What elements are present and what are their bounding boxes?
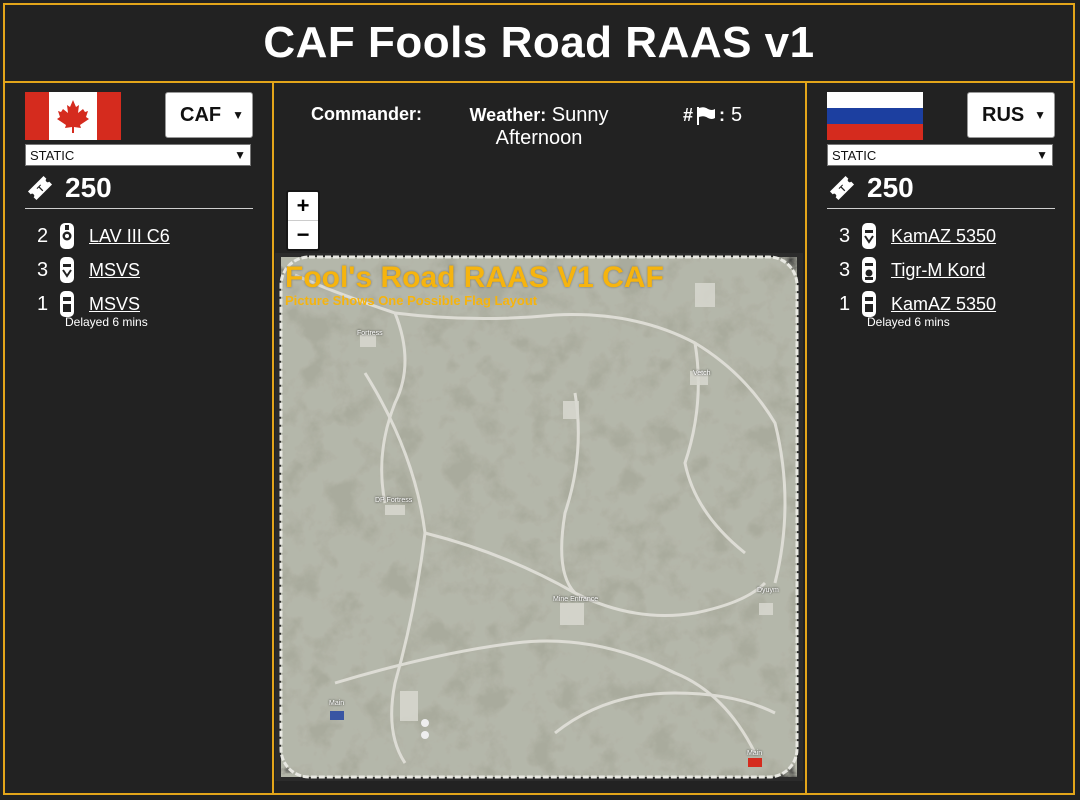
vehicle-count: 1 [37,292,49,315]
match-info: Commander: Weather: Sunny Afternoon # : … [275,104,805,164]
chevron-down-icon: ▼ [232,108,244,122]
flag-count-colon: : [719,105,726,125]
page-title: CAF Fools Road RAAS v1 [263,18,815,67]
delay-note-left: Delayed 6 mins [65,315,148,329]
vehicle-link[interactable]: LAV III C6 [89,226,170,247]
armored-car-icon [857,256,881,284]
commander-label: Commander: [311,104,423,124]
vehicle-list-left: 2 LAV III C6 3 MSVS 1 MSVS [25,219,253,321]
zoom-in-button[interactable]: + [288,192,318,220]
team-select-right-value: RUS [982,103,1025,126]
tickets-right: T 250 [827,172,1055,209]
delay-note-right: Delayed 6 mins [867,315,950,329]
truck-icon [55,256,79,284]
map-subtitle: Picture Shows One Possible Flag Layout [285,293,538,308]
poi-dp-fortress: DP Fortress [375,497,413,504]
flag-count-value: 5 [731,104,743,126]
chevron-down-icon: ▼ [1034,108,1046,122]
ticket-icon: T [27,175,53,201]
vehicle-count: 1 [839,292,851,315]
flag-icon [697,106,716,125]
poi-main-left: Main [329,700,345,707]
vehicle-link[interactable]: Tigr-M Kord [891,260,985,281]
vehicle-count: 3 [839,224,851,247]
vehicle-item: 2 LAV III C6 [37,219,253,253]
flag-count-info: # : 5 [683,104,742,127]
weather-value: Sunny [551,104,609,126]
truck-icon [857,222,881,250]
commander-info: Commander: [311,104,422,125]
tickets-left: T 250 [25,172,253,209]
weather-value-line2: Afternoon [495,127,583,149]
team-header-left: CAF ▼ [25,92,253,142]
team-select-left-value: CAF [180,103,222,126]
vehicle-item: 3 KamAZ 5350 [839,219,1055,253]
vehicle-link[interactable]: MSVS [89,260,140,281]
team-select-right[interactable]: RUS ▼ [967,92,1055,138]
vehicle-count: 3 [839,258,851,281]
poi-main-right: Main [747,750,763,757]
right-column-divider [805,83,807,795]
chevron-down-icon: ▼ [1036,148,1048,162]
logistics-truck-icon [55,290,79,318]
mode-select-left-value: STATIC [30,147,75,163]
poi-dyuym: Dyuym [757,587,779,594]
mode-select-right[interactable]: STATIC ▼ [827,144,1053,166]
mode-select-left[interactable]: STATIC ▼ [25,144,251,166]
tickets-count-left: 250 [65,172,112,203]
team-panel-right: RUS ▼ STATIC ▼ T 250 3 KamAZ 5350 3 Tigr… [827,92,1055,329]
vehicle-count: 3 [37,258,49,281]
team-select-left[interactable]: CAF ▼ [165,92,253,138]
poi-fortress: Fortress [357,330,383,337]
left-column-divider [272,83,274,795]
team-panel-left: CAF ▼ STATIC ▼ T 250 2 LAV III C6 3 MSVS… [25,92,253,329]
map-terrain [275,253,803,781]
logistics-truck-icon [857,290,881,318]
chevron-down-icon: ▼ [234,148,246,162]
russia-flag-icon [827,92,923,140]
map-view[interactable]: Fool's Road RAAS V1 CAF Picture Shows On… [275,253,803,781]
ticket-icon: T [829,175,855,201]
vehicle-count: 2 [37,224,49,247]
zoom-out-button[interactable]: − [288,220,318,249]
weather-label: Weather: [469,105,547,125]
vehicle-link[interactable]: KamAZ 5350 [891,294,996,315]
vehicle-link[interactable]: KamAZ 5350 [891,226,996,247]
poi-mine-entrance: Mine Entrance [553,596,599,603]
vehicle-item: 3 MSVS [37,253,253,287]
map-zoom-controls: + − [286,190,320,251]
flag-count-hash: # [683,105,694,125]
vehicle-list-right: 3 KamAZ 5350 3 Tigr-M Kord 1 KamAZ 5350 [827,219,1055,321]
vehicle-link[interactable]: MSVS [89,294,140,315]
canada-flag-icon [25,92,121,140]
map-title: Fool's Road RAAS V1 CAF [285,261,664,294]
vehicle-item: 3 Tigr-M Kord [839,253,1055,287]
mode-select-right-value: STATIC [832,147,877,163]
title-bar: CAF Fools Road RAAS v1 [5,5,1073,83]
team-header-right: RUS ▼ [827,92,1055,142]
ifv-icon [55,222,79,250]
poi-vetch: Vetch [693,370,711,377]
weather-info: Weather: Sunny Afternoon [469,104,609,150]
tickets-count-right: 250 [867,172,914,203]
